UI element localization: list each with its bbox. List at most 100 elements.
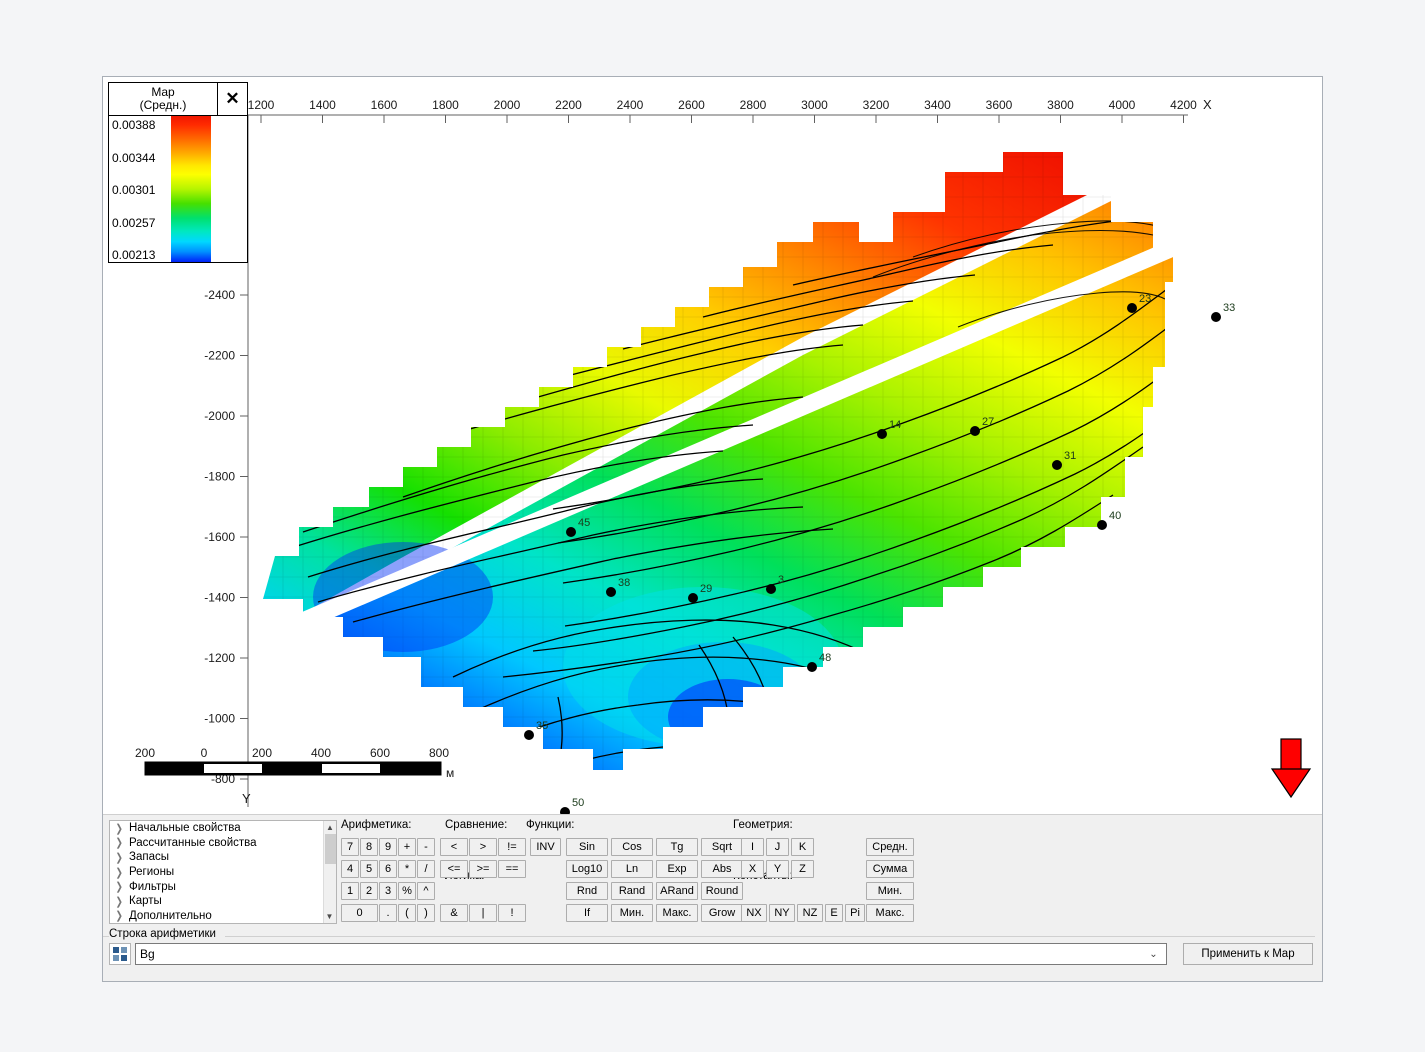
chevron-right-icon[interactable]: ❯ <box>116 851 128 864</box>
x-tick-label: 3000 <box>801 98 828 112</box>
apply-button[interactable]: Применить к Map <box>1183 943 1313 965</box>
key-fn-abs[interactable]: Abs <box>701 860 743 878</box>
key-fn-arand[interactable]: ARand <box>656 882 698 900</box>
close-icon[interactable]: ✕ <box>217 83 247 115</box>
legend-tick-value: 0.00301 <box>112 183 156 197</box>
map-plot[interactable]: 23 33 14 27 31 40 45 38 29 3 48 35 50 1200 1400 1600 18… <box>103 77 1322 814</box>
key-num-0[interactable]: 0 <box>341 904 378 922</box>
tree-scrollbar[interactable]: ▲ ▼ <box>323 821 336 923</box>
scale-bar-labels: 200 0 200 400 600 800 <box>135 746 449 760</box>
key-const-ny[interactable]: NY <box>769 904 795 922</box>
key-num-+[interactable]: + <box>398 838 416 856</box>
key-const-nx[interactable]: NX <box>741 904 767 922</box>
grid-icon[interactable] <box>109 943 131 965</box>
formula-input[interactable]: Bg <box>135 943 1167 965</box>
scroll-thumb[interactable] <box>325 834 336 864</box>
key-fn-мин[interactable]: Мин. <box>611 904 653 922</box>
tree-item-1[interactable]: ❯ Начальные свойства <box>110 821 336 836</box>
key-ne[interactable]: != <box>498 838 526 856</box>
chevron-right-icon[interactable]: ❯ <box>116 836 128 849</box>
key-num-7[interactable]: 7 <box>341 838 359 856</box>
key-gt[interactable]: > <box>469 838 497 856</box>
key-num-8[interactable]: 8 <box>360 838 378 856</box>
key-and[interactable]: & <box>440 904 468 922</box>
key-fn-cos[interactable]: Cos <box>611 838 653 856</box>
key-fn-round[interactable]: Round <box>701 882 743 900</box>
y-axis-ticks: -2400 -2200 -2000 -1800 -1600 -1400 -1200 -1000… <box>204 288 248 786</box>
key-geo-Y[interactable]: Y <box>766 860 789 878</box>
chevron-right-icon[interactable]: ❯ <box>116 909 128 922</box>
chevron-down-icon[interactable]: ⌄ <box>1141 943 1167 965</box>
chevron-right-icon[interactable]: ❯ <box>116 880 128 893</box>
key-fn-grow[interactable]: Grow <box>701 904 743 922</box>
key-le[interactable]: <= <box>440 860 468 878</box>
key-const-e[interactable]: E <box>825 904 843 922</box>
tree-item-7[interactable]: ❯ Дополнительно <box>110 909 336 923</box>
key-const-nz[interactable]: NZ <box>797 904 823 922</box>
key-fn-log10[interactable]: Log10 <box>566 860 608 878</box>
tree-item-2[interactable]: ❯ Рассчитанные свойства <box>110 836 336 851</box>
tree-item-5[interactable]: ❯ Фильтры <box>110 879 336 894</box>
well-marker[interactable]: 50 <box>560 797 584 814</box>
map-canvas[interactable]: 23 33 14 27 31 40 45 38 29 3 48 35 50 1200 1400 1600 18… <box>103 77 1322 814</box>
key-agg-min[interactable]: Мин. <box>866 882 914 900</box>
tree-item-6[interactable]: ❯ Карты <box>110 894 336 909</box>
tree-item-4[interactable]: ❯ Регионы <box>110 865 336 880</box>
key-eq[interactable]: == <box>498 860 526 878</box>
well-label: 29 <box>700 583 712 595</box>
key-fn-exp[interactable]: Exp <box>656 860 698 878</box>
key-lt[interactable]: < <box>440 838 468 856</box>
key-fn-sqrt[interactable]: Sqrt <box>701 838 743 856</box>
key-fn-tg[interactable]: Tg <box>656 838 698 856</box>
key-num-*[interactable]: * <box>398 860 416 878</box>
key-fn-rand[interactable]: Rand <box>611 882 653 900</box>
y-tick-label: -2200 <box>204 349 235 363</box>
key-num-1[interactable]: 1 <box>341 882 359 900</box>
key-num-^[interactable]: ^ <box>417 882 435 900</box>
key-agg-mean[interactable]: Средн. <box>866 838 914 856</box>
scroll-down-icon[interactable]: ▼ <box>324 910 335 923</box>
key-fn-rnd[interactable]: Rnd <box>566 882 608 900</box>
direction-arrow[interactable] <box>1270 738 1312 799</box>
well-label: 27 <box>982 416 994 428</box>
well-marker[interactable]: 33 <box>1211 302 1235 322</box>
key-agg-max[interactable]: Макс. <box>866 904 914 922</box>
key-fn-ln[interactable]: Ln <box>611 860 653 878</box>
key-num--[interactable]: - <box>417 838 435 856</box>
color-legend[interactable]: Map (Средн.) ✕ 0.00388 0.00344 0.00301 0.00… <box>108 82 248 263</box>
property-tree[interactable]: ❯ Начальные свойства ❯ Рассчитанные свойств… <box>109 820 337 924</box>
chevron-right-icon[interactable]: ❯ <box>116 822 128 835</box>
tree-item-3[interactable]: ❯ Запасы <box>110 850 336 865</box>
key-geo-X[interactable]: X <box>741 860 764 878</box>
key-num-3[interactable]: 3 <box>379 882 397 900</box>
key-num-/[interactable]: / <box>417 860 435 878</box>
scroll-up-icon[interactable]: ▲ <box>324 821 336 834</box>
key-fn-if[interactable]: If <box>566 904 608 922</box>
key-num-%[interactable]: % <box>398 882 416 900</box>
key-ge[interactable]: >= <box>469 860 497 878</box>
key-not[interactable]: ! <box>498 904 526 922</box>
key-const-pi[interactable]: Pi <box>845 904 865 922</box>
key-num-9[interactable]: 9 <box>379 838 397 856</box>
key-fn-макс[interactable]: Макс. <box>656 904 698 922</box>
chevron-right-icon[interactable]: ❯ <box>116 895 128 908</box>
key-paren-open[interactable]: ( <box>398 904 416 922</box>
key-num-5[interactable]: 5 <box>360 860 378 878</box>
tree-item-label: Рассчитанные свойства <box>129 836 257 849</box>
chevron-right-icon[interactable]: ❯ <box>116 866 128 879</box>
key-num-6[interactable]: 6 <box>379 860 397 878</box>
well-label: 35 <box>536 720 548 732</box>
key-or[interactable]: | <box>469 904 497 922</box>
key-paren-close[interactable]: ) <box>417 904 435 922</box>
key-geo-J[interactable]: J <box>766 838 789 856</box>
key-inv[interactable]: INV <box>530 838 561 856</box>
key-geo-I[interactable]: I <box>741 838 764 856</box>
key-num-4[interactable]: 4 <box>341 860 359 878</box>
key-geo-Z[interactable]: Z <box>791 860 814 878</box>
key-fn-sin[interactable]: Sin <box>566 838 608 856</box>
key-geo-K[interactable]: K <box>791 838 814 856</box>
key-dot[interactable]: . <box>379 904 397 922</box>
key-agg-sum[interactable]: Сумма <box>866 860 914 878</box>
key-num-2[interactable]: 2 <box>360 882 378 900</box>
well-label: 38 <box>618 577 630 589</box>
